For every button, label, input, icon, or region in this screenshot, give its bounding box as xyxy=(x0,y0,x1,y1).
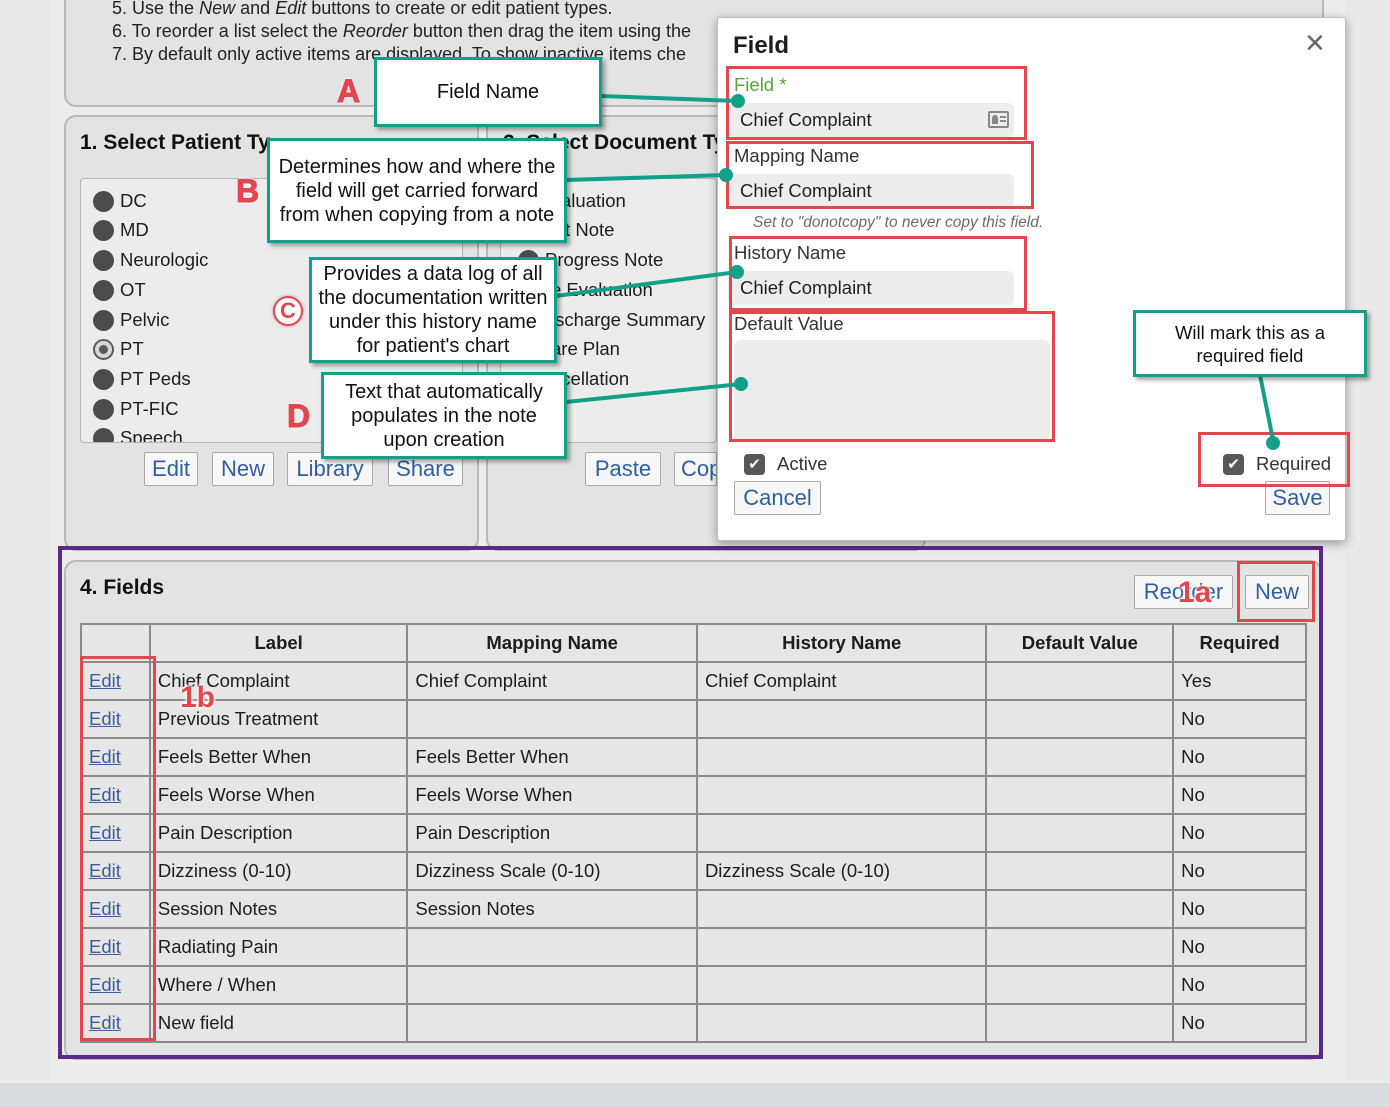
callout-default-value: Text that automatically populates in the… xyxy=(321,372,567,459)
callout-field-name: Field Name xyxy=(374,57,602,127)
callout-mapping-name: Determines how and where the field will … xyxy=(267,138,567,243)
callout-required: Will mark this as a required field xyxy=(1133,310,1367,377)
annotation-connectors xyxy=(555,94,1280,450)
annotation-letter-d: D xyxy=(286,398,311,435)
annotation-badge-1a: 1a xyxy=(1178,576,1212,609)
annotation-letter-b: B xyxy=(235,173,260,210)
annotation-badge-1b: 1b xyxy=(180,681,216,714)
callout-history-name: Provides a data log of all the documenta… xyxy=(309,257,557,363)
annotation-letter-c: C xyxy=(273,296,303,326)
annotation-letter-a: A xyxy=(336,73,361,110)
